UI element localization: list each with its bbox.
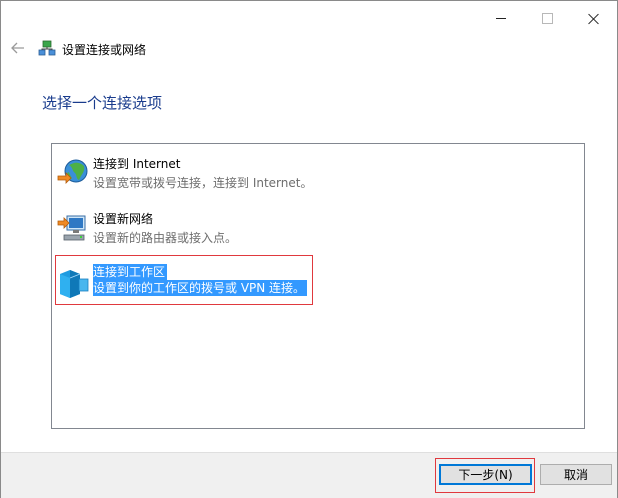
maximize-icon [541,12,553,24]
nav-title: 设置连接或网络 [62,43,147,57]
option-new-network[interactable]: 设置新网络 设置新的路由器或接入点。 [55,207,575,253]
maximize-button[interactable] [524,1,570,35]
minimize-icon [496,17,506,19]
option-description: 设置宽带或拨号连接，连接到 Internet。 [93,176,313,190]
option-title: 连接到 Internet [93,157,181,171]
option-title: 设置新网络 [93,212,154,226]
cancel-button[interactable]: 取消 [540,464,612,485]
close-button[interactable] [570,1,616,35]
minimize-button[interactable] [478,1,524,35]
back-arrow-icon [11,42,24,54]
option-description: 设置新的路由器或接入点。 [93,231,238,245]
dialog-window: 设置连接或网络 选择一个连接选项 连接到 Internet 设置宽带或拨号连接，… [0,0,618,498]
globe-internet-icon [57,159,88,184]
close-icon [588,13,599,24]
selection-highlight-frame [55,255,313,305]
option-connect-internet[interactable]: 连接到 Internet 设置宽带或拨号连接，连接到 Internet。 [55,152,575,198]
back-button[interactable] [9,39,27,57]
network-setup-icon [38,40,56,56]
page-heading: 选择一个连接选项 [42,94,163,112]
new-network-icon [57,215,86,241]
next-button[interactable]: 下一步(N) [439,464,532,485]
connection-option-list: 连接到 Internet 设置宽带或拨号连接，连接到 Internet。 设置新… [51,143,585,429]
dialog-footer: 下一步(N) 取消 [1,452,617,498]
title-bar [1,1,617,35]
